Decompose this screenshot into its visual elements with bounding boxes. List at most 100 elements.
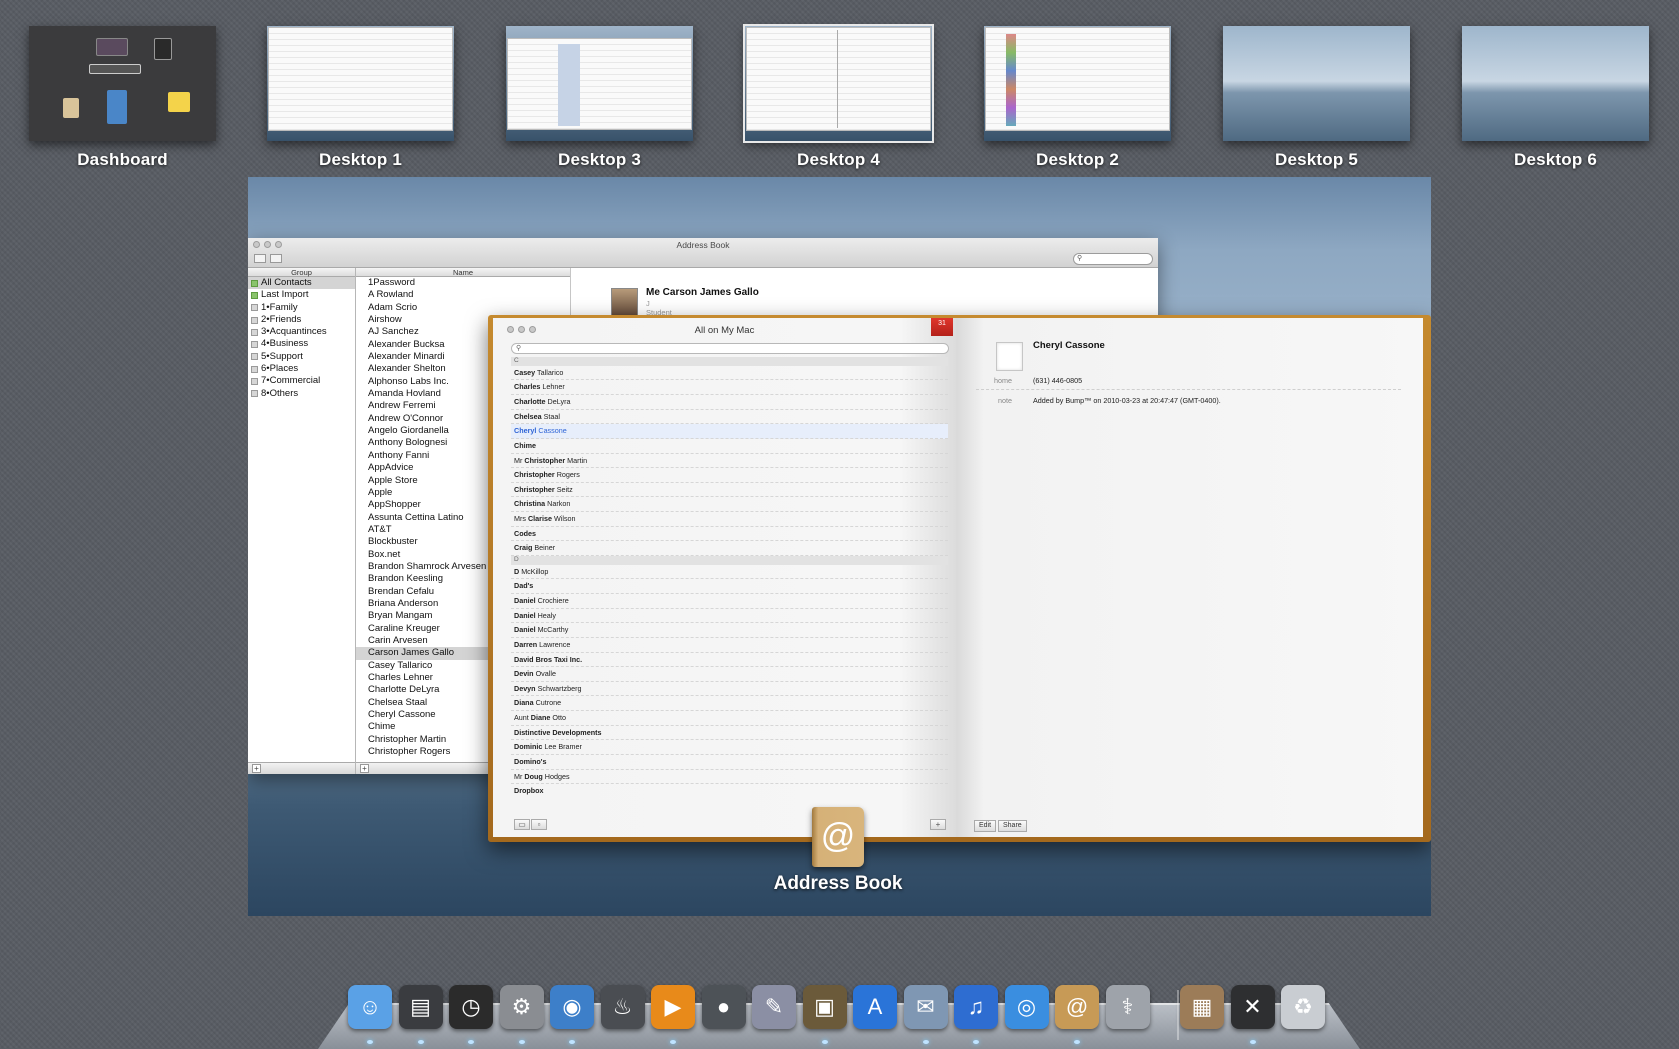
dashboard-thumbnail[interactable] [29,26,216,141]
safari-icon[interactable]: ◎ [1004,985,1049,1029]
preview-icon[interactable]: ◉ [550,985,594,1029]
dock-separator[interactable] [1177,990,1179,1040]
app-store-icon[interactable]: A [853,985,897,1029]
space-desktop-2[interactable]: Desktop 2 [984,26,1171,169]
contact-row[interactable]: Aunt Diane Otto [511,711,948,726]
group-item[interactable]: 7•Commercial [248,375,355,387]
contact-row[interactable]: Mrs Clarise Wilson [511,512,948,527]
address-book-icon[interactable]: @ [1055,985,1099,1029]
steam-icon[interactable]: ♨ [600,985,645,1029]
space-desktop-1[interactable]: Desktop 1 [267,26,454,169]
group-item[interactable]: 3•Acquantinces [248,326,355,338]
plex-icon[interactable]: ▶ [651,985,695,1029]
group-item[interactable]: 4•Business [248,338,355,350]
contact-row[interactable]: Christopher Seitz [511,483,948,498]
desktop-thumbnail[interactable] [1223,26,1410,141]
contact-row[interactable]: Mr Christopher Martin [511,454,948,469]
quit-icon[interactable]: ✕ [1230,985,1275,1029]
search-input[interactable]: ⚲ [511,343,949,354]
view-card-button[interactable] [270,254,282,263]
contact-row[interactable]: Diana Cutrone [511,696,948,712]
share-button[interactable]: Share [998,820,1027,832]
contact-row[interactable]: Codes [511,527,948,542]
name-item[interactable]: A Rowland [356,289,570,301]
desktop-thumbnail[interactable] [984,26,1171,141]
search-field[interactable]: ⚲ [1073,253,1153,265]
group-item[interactable]: 5•Support [248,351,355,363]
group-item[interactable]: All Contacts [248,277,355,290]
contact-row[interactable]: D McKillop [511,565,948,580]
mail-icon[interactable]: ✉ [903,985,948,1029]
contact-row[interactable]: Darren Lawrence [511,638,948,653]
contact-row[interactable]: Casey Tallarico [511,366,948,381]
desktop-thumbnail[interactable] [1462,26,1649,141]
name-item[interactable]: 1Password [356,277,570,289]
group-item[interactable]: 8•Others [248,388,355,400]
contact-row[interactable]: Devyn Schwartzberg [511,682,948,697]
group-item[interactable]: Last Import [248,289,355,301]
contact-name-bold: David Bros Taxi Inc. [514,654,583,664]
card-view-button[interactable]: ▫ [531,819,547,830]
contact-row[interactable]: Distinctive Developments [511,726,948,741]
space-label: Desktop 3 [557,150,642,169]
contact-row[interactable]: Devin Ovalle [511,667,948,682]
contact-row[interactable]: Dropbox [511,784,948,796]
contact-row[interactable]: Cheryl Cassone [511,424,948,439]
view-groups-button[interactable] [254,254,266,263]
system-preferences-icon[interactable]: ⚙ [499,985,544,1029]
desktop-thumbnail[interactable] [743,24,934,143]
address-book-app-icon[interactable]: @ [812,807,864,867]
group-item[interactable]: 2•Friends [248,314,355,326]
address-book-window-front[interactable]: All on My Mac 31 ⚲ C Casey Tallarico Charl… [488,315,1431,842]
edit-button[interactable]: Edit [974,820,997,832]
facetime-icon[interactable]: ● [701,985,746,1029]
contact-row[interactable]: Daniel Crochiere [511,594,948,609]
contact-photo-placeholder[interactable] [996,342,1023,371]
running-indicator [821,1040,828,1044]
disk-utility-icon[interactable]: ⚕ [1105,985,1150,1029]
contact-row[interactable]: Domino's [511,755,948,770]
dashboard-icon[interactable]: ▤ [398,985,443,1029]
space-desktop-4[interactable]: Desktop 4 [743,24,934,169]
group-item[interactable]: 1•Family [248,302,355,314]
contact-row[interactable]: Charlotte DeLyra [511,395,948,410]
contact-row[interactable]: Chime [511,439,948,454]
space-desktop-3[interactable]: Desktop 3 [506,26,693,169]
iphoto-icon[interactable]: ▣ [802,985,847,1029]
bookmark-ribbon[interactable]: 31 [931,318,953,336]
contact-row[interactable]: Mr Doug Hodges [511,770,948,785]
contact-row[interactable]: Chelsea Staal [511,410,948,425]
add-contact-button[interactable]: + [930,819,946,830]
groups-view-button[interactable]: ▭ [514,819,530,830]
contact-row[interactable]: David Bros Taxi Inc. [511,653,948,668]
itunes-icon[interactable]: ♫ [954,985,998,1029]
contact-name-bold: Devyn [514,683,536,693]
group-item[interactable]: 6•Places [248,363,355,375]
contact-row[interactable]: Dad's [511,579,948,594]
contact-row[interactable]: Daniel McCarthy [511,623,948,638]
contact-row[interactable]: Daniel Healy [511,609,948,624]
add-group-button[interactable]: + [252,764,261,773]
trash-icon[interactable]: ♻ [1281,985,1325,1029]
contact-row[interactable]: Charles Lehner [511,380,948,395]
space-desktop-5[interactable]: Desktop 5 [1223,26,1410,169]
space-dashboard[interactable]: Dashboard [29,26,216,169]
widget-thumb [96,38,128,56]
name-item[interactable]: Adam Scrio [356,302,570,314]
phone-value[interactable]: (631) 446-0805 [1033,376,1082,385]
finder-icon[interactable]: ☺ [348,985,392,1029]
contact-name-bold: Daniel [514,595,536,605]
desktop-thumbnail[interactable] [506,26,693,141]
contact-name-part: Wilson [551,514,576,524]
desktop-thumbnail[interactable] [267,26,454,141]
contact-row[interactable]: Christopher Rogers [511,468,948,483]
dashboard-gauge-icon[interactable]: ◷ [449,985,493,1029]
photos-stack-icon[interactable]: ▦ [1180,985,1224,1029]
contact-row[interactable]: Christina Narkon [511,497,948,513]
add-contact-button[interactable]: + [360,764,369,773]
contact-list[interactable]: C Casey Tallarico Charles Lehner Charlotte … [511,357,948,796]
contact-row[interactable]: Dominic Lee Bramer [511,740,948,756]
script-editor-icon[interactable]: ✎ [752,985,796,1029]
space-desktop-6[interactable]: Desktop 6 [1462,26,1649,169]
contact-row[interactable]: Craig Beiner [511,541,948,557]
